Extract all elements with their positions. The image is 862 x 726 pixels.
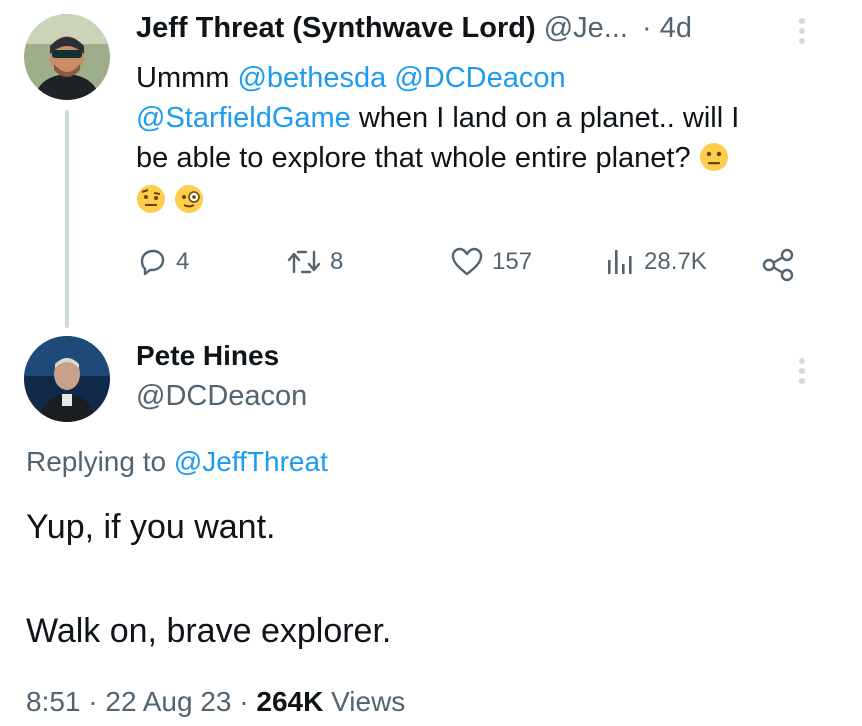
reply-icon <box>140 249 165 276</box>
views-action[interactable]: 28.7K <box>604 246 707 278</box>
reply-more-options-button[interactable] <box>798 354 806 388</box>
replying-to-link[interactable]: @JeffThreat <box>174 446 328 477</box>
mention-bethesda[interactable]: @bethesda <box>237 62 386 94</box>
tweet-time[interactable]: · 4d <box>642 12 692 44</box>
retweet-icon <box>287 250 321 274</box>
monocle-face-emoji <box>175 185 204 213</box>
reply-action[interactable]: 4 <box>136 246 189 278</box>
analytics-icon <box>608 250 632 274</box>
reply-text-line2: Walk on, brave explorer. <box>26 612 392 650</box>
replying-to-line: Replying to @JeffThreat <box>26 446 328 477</box>
reply-author-handle[interactable]: @DCDeacon <box>136 380 307 413</box>
tweet-header: Jeff Threat (Synthwave Lord) @Je... · 4d <box>136 12 692 45</box>
neutral-face-emoji <box>699 143 728 171</box>
author-name[interactable]: Jeff Threat (Synthwave Lord) <box>136 12 536 44</box>
views-label: Views <box>323 686 406 717</box>
mention-starfieldgame[interactable]: @StarfieldGame <box>136 102 351 134</box>
tweet-text: Ummm @bethesda @DCDeacon @StarfieldGame … <box>136 58 836 220</box>
tweet-footer: 8:51 · 22 Aug 23 · 264K Views <box>26 686 405 718</box>
thread-line <box>65 110 69 328</box>
raised-eyebrow-emoji <box>137 185 165 213</box>
reply-text-line1: Yup, if you want. <box>26 508 276 546</box>
author-handle[interactable]: @Je... <box>544 12 628 44</box>
heart-icon <box>451 247 483 276</box>
mention-dcdeacon[interactable]: @DCDeacon <box>394 62 565 94</box>
jeff-threat-avatar[interactable] <box>24 14 110 100</box>
share-button[interactable] <box>760 248 796 287</box>
retweet-action[interactable]: 8 <box>286 246 343 278</box>
like-action[interactable]: 157 <box>450 246 532 278</box>
reply-author-name[interactable]: Pete Hines <box>136 340 279 372</box>
share-icon <box>762 248 794 282</box>
views-count: 264K <box>256 686 324 717</box>
timestamp[interactable]: 8:51 · 22 Aug 23 · <box>26 686 256 717</box>
pete-hines-avatar[interactable] <box>24 336 110 422</box>
tweet-more-options-button[interactable] <box>798 14 806 48</box>
